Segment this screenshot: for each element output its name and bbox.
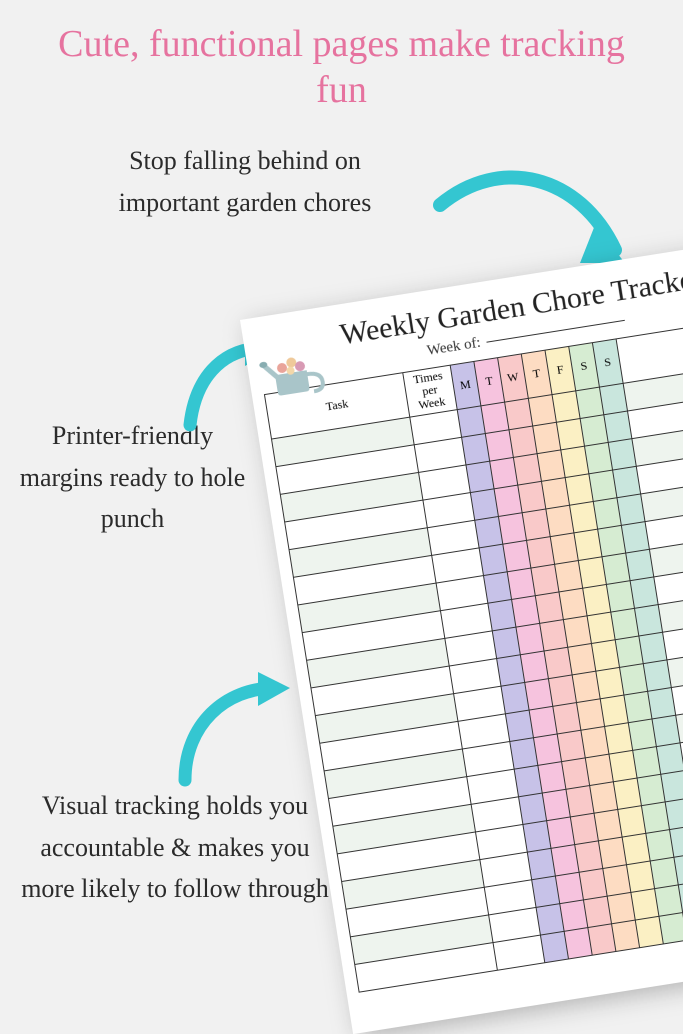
watering-can-icon xyxy=(257,337,335,403)
cell-day xyxy=(656,742,683,773)
page-headline: Cute, functional pages make tracking fun xyxy=(0,0,683,123)
tracker-sheet: Weekly Garden Chore Tracker Week of: Tas… xyxy=(240,232,683,1033)
arrow-icon xyxy=(170,670,300,790)
cell-times xyxy=(493,935,545,970)
cell-day xyxy=(659,912,683,943)
callout-stop-falling-behind: Stop falling behind on important garden … xyxy=(90,140,400,223)
cell-day xyxy=(661,770,683,801)
callout-visual-tracking: Visual tracking holds you accountable & … xyxy=(15,785,335,910)
cell-day xyxy=(665,798,683,829)
col-times-per-week: Times per Week xyxy=(403,365,457,417)
week-of-text: Week of: xyxy=(426,335,482,359)
